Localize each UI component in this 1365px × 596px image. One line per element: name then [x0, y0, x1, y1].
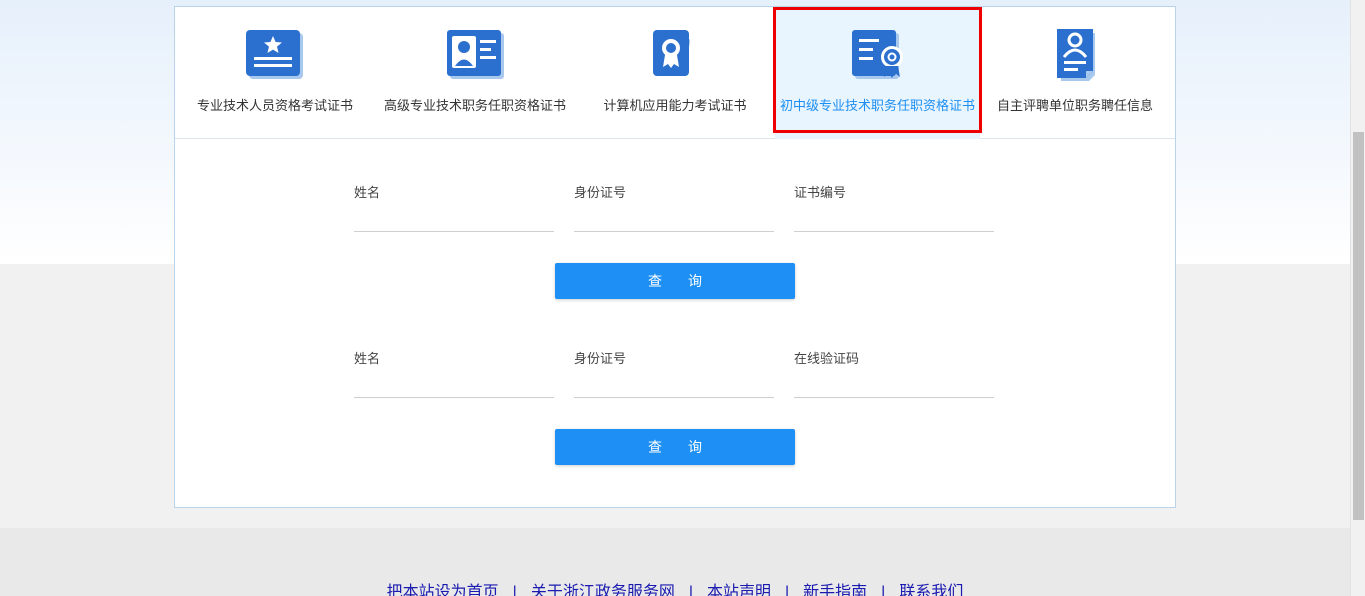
verification-code-input[interactable]	[794, 370, 994, 398]
query-form-verification: 姓名 身份证号 在线验证码	[354, 348, 996, 418]
certificate-tabs: 专业技术人员资格考试证书 高级专业技术职务任职资格证书 计算机应用能力考试证书 …	[175, 7, 1175, 139]
tab-label: 初中级专业技术职务任职资格证书	[779, 98, 975, 113]
id-number-input[interactable]	[574, 204, 774, 232]
tab-junior-mid-title-cert[interactable]: 初中级专业技术职务任职资格证书	[773, 7, 982, 139]
tab-computer-skill-cert[interactable]: 计算机应用能力考试证书	[585, 7, 765, 139]
cert-number-label: 证书编号	[794, 185, 847, 200]
tab-label: 专业技术人员资格考试证书	[196, 98, 353, 113]
name-label: 姓名	[354, 185, 381, 200]
name-input[interactable]	[354, 204, 554, 232]
document-seal-icon	[851, 30, 903, 79]
id-number-label: 身份证号	[574, 351, 627, 366]
footer-separator: |	[512, 584, 517, 596]
vertical-scrollbar[interactable]	[1350, 0, 1365, 596]
id-number-input[interactable]	[574, 370, 774, 398]
id-number-field: 身份证号	[574, 182, 774, 246]
id-number-label: 身份证号	[574, 185, 627, 200]
query-panel: 专业技术人员资格考试证书 高级专业技术职务任职资格证书 计算机应用能力考试证书 …	[174, 6, 1176, 508]
footer-link-contact[interactable]: 联系我们	[899, 584, 963, 596]
badge-cards-icon	[653, 30, 691, 76]
tab-label: 自主评聘单位职务聘任信息	[996, 98, 1153, 113]
person-document-icon	[1057, 29, 1095, 81]
footer-separator: |	[785, 584, 790, 596]
footer-separator: |	[688, 584, 693, 596]
verification-code-field: 在线验证码	[794, 348, 994, 412]
query-button-verification[interactable]: 查询	[555, 429, 795, 465]
footer-link-about[interactable]: 关于浙江政务服务网	[531, 584, 675, 596]
id-number-field: 身份证号	[574, 348, 774, 412]
query-button-certificate[interactable]: 查询	[555, 263, 795, 299]
name-label: 姓名	[354, 351, 381, 366]
footer-links: 把本站设为首页 | 关于浙江政务服务网 | 本站声明 | 新手指南 | 联系我们	[0, 578, 1350, 596]
name-input[interactable]	[354, 370, 554, 398]
footer-separator: |	[881, 584, 886, 596]
tab-professional-exam-cert[interactable]: 专业技术人员资格考试证书	[185, 7, 365, 139]
tab-label: 计算机应用能力考试证书	[603, 98, 747, 113]
id-card-icon	[447, 30, 504, 79]
footer-link-set-homepage[interactable]: 把本站设为首页	[387, 584, 499, 596]
tab-senior-title-cert[interactable]: 高级专业技术职务任职资格证书	[375, 7, 575, 139]
verification-code-label: 在线验证码	[794, 351, 860, 366]
name-field: 姓名	[354, 182, 554, 246]
tab-label: 高级专业技术职务任职资格证书	[383, 98, 566, 113]
scrollbar-thumb[interactable]	[1353, 132, 1364, 520]
footer-link-statement[interactable]: 本站声明	[707, 584, 771, 596]
cert-number-input[interactable]	[794, 204, 994, 232]
tab-self-appointment-info[interactable]: 自主评聘单位职务聘任信息	[990, 7, 1160, 139]
name-field: 姓名	[354, 348, 554, 412]
query-form-certificate: 姓名 身份证号 证书编号	[354, 182, 996, 252]
certificate-star-icon	[246, 30, 303, 79]
footer-link-guide[interactable]: 新手指南	[803, 584, 867, 596]
cert-number-field: 证书编号	[794, 182, 994, 246]
